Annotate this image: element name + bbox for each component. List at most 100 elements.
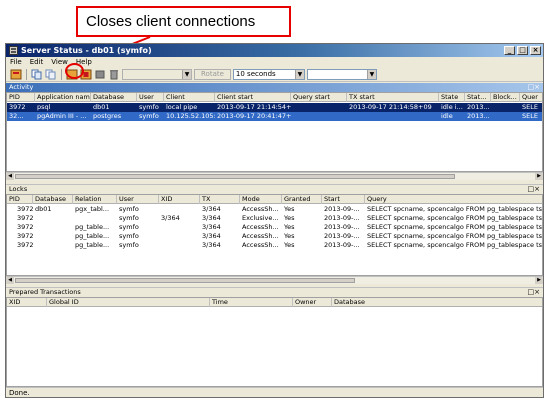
activity-cell: SELE xyxy=(522,103,538,111)
prepared-panel-controls[interactable]: □× xyxy=(528,288,540,297)
maximize-button[interactable]: □ xyxy=(517,46,528,55)
activity-panel-controls[interactable]: □× xyxy=(528,83,540,92)
locks-cell xyxy=(159,232,200,241)
menu-file[interactable]: File xyxy=(10,57,22,68)
locks-cell: 3972 xyxy=(17,241,33,249)
menu-edit[interactable]: Edit xyxy=(30,57,44,68)
activity-table-row[interactable]: 3972 psql db01 symfo local pipe 2013-09-17 21… xyxy=(7,103,542,112)
locks-cell: SELECT spcname, spcencalgo FROM pg_table… xyxy=(367,205,543,213)
locks-cell: pg_table... xyxy=(75,241,110,249)
locks-column-header[interactable]: Query xyxy=(365,195,542,204)
scroll-right-icon[interactable]: ▶ xyxy=(535,277,543,284)
log-file-select[interactable]: ▼ xyxy=(122,69,192,80)
callout-box: Closes client connections xyxy=(76,6,291,37)
activity-column-header[interactable]: Query start xyxy=(291,93,347,102)
chevron-down-icon: ▼ xyxy=(182,70,191,79)
scroll-left-icon[interactable]: ◀ xyxy=(6,173,14,180)
toolbar-separator xyxy=(26,69,27,80)
locks-column-header[interactable]: Granted xyxy=(282,195,322,204)
locks-hscrollbar[interactable]: ◀ ▶ xyxy=(6,276,543,284)
activity-table-row[interactable]: 32... pgAdmin III - ... postgres symfo 10.12… xyxy=(7,112,542,121)
locks-table-row[interactable]: 3972 pg_table... symfo 3/364 AccessSh... Yes 2… xyxy=(7,223,542,232)
activity-cell: idle i... xyxy=(441,103,463,111)
server-status-window: Server Status - db01 (symfo) _ □ × File … xyxy=(5,43,544,398)
activity-column-header[interactable]: TX start xyxy=(347,93,439,102)
close-button[interactable]: × xyxy=(530,46,541,55)
locks-column-header[interactable]: XID xyxy=(159,195,200,204)
scroll-left-icon[interactable]: ◀ xyxy=(6,277,14,284)
locks-column-header[interactable]: User xyxy=(117,195,159,204)
locks-cell xyxy=(159,241,200,250)
locks-cell: Yes xyxy=(284,205,295,213)
terminate-highlight-ring xyxy=(65,63,84,79)
locks-column-header[interactable]: Mode xyxy=(240,195,282,204)
rollback-button[interactable] xyxy=(108,69,120,80)
activity-cell: 10.125.52.105:49194 xyxy=(166,112,215,120)
locks-column-header[interactable]: Relation xyxy=(73,195,117,204)
locks-column-header[interactable]: PID xyxy=(7,195,33,204)
locks-cell: 2013-09-... xyxy=(324,205,360,213)
prepared-column-header[interactable]: Owner xyxy=(293,298,332,307)
activity-column-header[interactable]: Database xyxy=(91,93,137,102)
stop-icon xyxy=(95,70,105,79)
prepared-grid: XID Global ID Time Owner Database xyxy=(6,297,543,387)
prepared-column-header[interactable]: Database xyxy=(332,298,542,307)
activity-column-header[interactable]: Stat... xyxy=(465,93,491,102)
locks-cell xyxy=(33,241,73,250)
locks-cell: 3/364 xyxy=(202,241,221,249)
activity-hscrollbar[interactable]: ◀ ▶ xyxy=(6,172,543,180)
locks-panel-header: Locks □× xyxy=(6,184,543,193)
activity-column-header[interactable]: PID xyxy=(7,93,35,102)
commit-button[interactable] xyxy=(94,69,106,80)
copy-query-icon xyxy=(45,69,56,80)
activity-column-header[interactable]: Quer xyxy=(520,93,542,102)
locks-table-row[interactable]: 3972 pg_table... symfo 3/364 AccessSh... Yes 2… xyxy=(7,232,542,241)
activity-cell xyxy=(291,112,347,121)
title-bar[interactable]: Server Status - db01 (symfo) _ □ × xyxy=(6,44,543,57)
menu-bar: File Edit View Help xyxy=(6,57,543,68)
activity-column-header[interactable]: User xyxy=(137,93,164,102)
locks-panel-controls[interactable]: □× xyxy=(528,185,540,194)
prepared-panel-title: Prepared Transactions xyxy=(9,288,81,296)
activity-column-header[interactable]: Client xyxy=(164,93,215,102)
activity-cell: 2013... xyxy=(467,112,490,120)
toolbar-separator xyxy=(61,69,62,80)
locks-table-row[interactable]: 3972 symfo 3/364 3/364 Exclusive... Yes 2013-0… xyxy=(7,214,542,223)
activity-cell xyxy=(291,103,347,112)
refresh-interval-select[interactable]: 10 seconds ▼ xyxy=(232,69,305,80)
locks-cell: AccessSh... xyxy=(242,223,279,231)
copy-button[interactable] xyxy=(31,69,43,80)
activity-cell xyxy=(491,112,520,121)
locks-cell xyxy=(159,205,200,214)
filter-select[interactable]: ▼ xyxy=(306,69,377,80)
locks-cell xyxy=(159,223,200,232)
locks-column-header[interactable]: Start xyxy=(322,195,365,204)
toolbar: ▼ Rotate 10 seconds ▼ ▼ xyxy=(6,68,543,82)
scroll-right-icon[interactable]: ▶ xyxy=(535,173,543,180)
locks-cell: SELECT spcname, spcencalgo FROM pg_table… xyxy=(367,223,543,231)
locks-cell: AccessSh... xyxy=(242,232,279,240)
activity-column-header[interactable]: Block... xyxy=(491,93,520,102)
scroll-thumb[interactable] xyxy=(15,278,355,283)
activity-column-header[interactable]: State xyxy=(439,93,465,102)
prepared-column-header[interactable]: Global ID xyxy=(47,298,210,307)
refresh-icon xyxy=(10,69,22,80)
activity-column-header[interactable]: Application name xyxy=(35,93,91,102)
activity-cell: postgres xyxy=(93,112,122,120)
locks-column-header[interactable]: TX xyxy=(200,195,240,204)
locks-cell: 3/364 xyxy=(202,205,221,213)
app-icon xyxy=(9,46,18,55)
prepared-column-header[interactable]: XID xyxy=(7,298,47,307)
activity-column-header[interactable]: Client start xyxy=(215,93,291,102)
scroll-thumb[interactable] xyxy=(15,174,455,179)
rotate-button[interactable]: Rotate xyxy=(194,69,231,80)
prepared-column-header[interactable]: Time xyxy=(210,298,293,307)
locks-cell: symfo xyxy=(119,232,139,240)
locks-table-row[interactable]: 3972 pg_table... symfo 3/364 AccessSh... Yes 2… xyxy=(7,241,542,250)
activity-cell xyxy=(347,112,439,121)
locks-table-row[interactable]: 3972 db01 pgx_tabl... symfo 3/364 AccessSh...… xyxy=(7,205,542,214)
minimize-button[interactable]: _ xyxy=(504,46,515,55)
copy-query-button[interactable] xyxy=(45,69,57,80)
locks-column-header[interactable]: Database xyxy=(33,195,73,204)
refresh-button[interactable] xyxy=(10,69,22,80)
